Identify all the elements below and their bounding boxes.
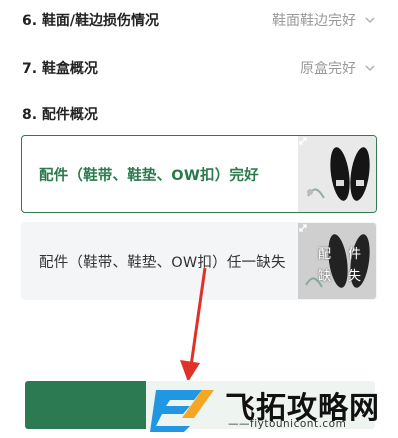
chevron-down-icon[interactable] [364, 62, 376, 74]
watermark-url: ——fiytounicont.com [228, 418, 347, 430]
option-thumbnail[interactable] [298, 136, 376, 212]
option-text: 配件（鞋带、鞋垫、OW扣）完好 [39, 167, 259, 184]
shoebox-row[interactable]: 7. 鞋盒概况 原盒完好 [22, 56, 376, 80]
thumb-overlay-text: 配 [318, 247, 332, 262]
expand-icon[interactable] [298, 223, 308, 233]
option-accessories-complete[interactable]: 配件（鞋带、鞋垫、OW扣）完好 [21, 135, 377, 213]
accessory-row-upper-damage[interactable]: 6. 鞋面/鞋边损伤情况 鞋面鞋边完好 [22, 8, 376, 32]
row-value: 鞋面鞋边完好 [272, 13, 356, 29]
insoles-image [298, 136, 376, 212]
option-accessories-missing[interactable]: 配件（鞋带、鞋垫、OW扣）任一缺失 配 件 缺 失 [21, 222, 377, 300]
chevron-down-icon[interactable] [364, 14, 376, 26]
section-title-accessories: 8. 配件概况 [22, 107, 98, 123]
row-label: 6. 鞋面/鞋边损伤情况 [22, 13, 160, 29]
expand-icon[interactable] [298, 136, 308, 146]
option-thumbnail[interactable]: 配 件 缺 失 [298, 223, 376, 299]
row-label: 7. 鞋盒概况 [22, 61, 98, 77]
watermark-logo [150, 390, 214, 432]
insoles-image [298, 223, 376, 299]
thumb-overlay-text: 失 [348, 269, 362, 284]
thumb-overlay-text: 缺 [318, 269, 332, 284]
thumb-overlay-text: 件 [348, 247, 362, 262]
row-value: 原盒完好 [300, 61, 356, 77]
option-text: 配件（鞋带、鞋垫、OW扣）任一缺失 [39, 254, 286, 271]
